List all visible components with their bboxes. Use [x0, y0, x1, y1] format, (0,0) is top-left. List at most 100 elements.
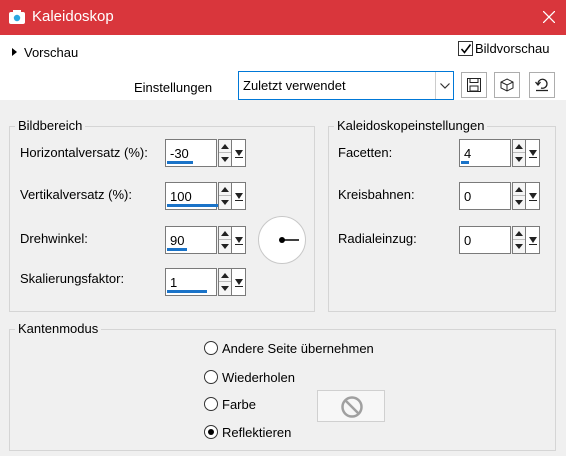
preset-manager-button[interactable] — [494, 72, 520, 98]
radial-indent-label: Radialeinzug: — [338, 231, 417, 246]
radial-indent-spinner[interactable]: 0 — [459, 226, 543, 254]
close-icon — [543, 11, 555, 23]
slider-dropdown-button[interactable] — [526, 182, 540, 210]
radio-button-selected[interactable] — [204, 425, 218, 439]
scale-factor-value: 1 — [170, 275, 178, 290]
decrement-button[interactable] — [219, 196, 231, 209]
expand-triangle-icon — [12, 48, 17, 56]
circular-orbits-value: 0 — [464, 189, 472, 204]
image-preview-checkbox[interactable]: Bildvorschau — [458, 41, 549, 56]
slider-popup-icon — [235, 279, 243, 287]
arrow-up-icon — [221, 187, 229, 192]
increment-button[interactable] — [219, 227, 231, 240]
decrement-button[interactable] — [219, 282, 231, 295]
facets-level — [461, 161, 469, 164]
decrement-button[interactable] — [513, 153, 525, 166]
edge-mode-option-reflect[interactable]: Reflektieren — [204, 425, 291, 440]
circular-orbits-spinner[interactable]: 0 — [459, 182, 543, 210]
arrow-up-icon — [221, 231, 229, 236]
slider-dropdown-button[interactable] — [526, 226, 540, 254]
vertical-offset-value: 100 — [170, 189, 192, 204]
check-icon — [460, 44, 472, 54]
arrow-down-icon — [221, 157, 229, 162]
rotation-angle-level — [167, 248, 187, 251]
decrement-button[interactable] — [513, 196, 525, 209]
reset-button[interactable] — [529, 72, 555, 98]
radial-indent-input[interactable]: 0 — [459, 226, 511, 254]
facets-label: Facetten: — [338, 145, 393, 160]
preview-toggle[interactable]: Vorschau — [12, 45, 78, 60]
increment-button[interactable] — [513, 183, 525, 196]
image-area-title: Bildbereich — [15, 118, 86, 133]
radio-button[interactable] — [204, 370, 218, 384]
increment-button[interactable] — [219, 269, 231, 282]
increment-button[interactable] — [219, 140, 231, 153]
rotation-angle-spinner[interactable]: 90 — [165, 226, 249, 254]
edge-mode-title: Kantenmodus — [15, 321, 102, 336]
circular-orbits-label: Kreisbahnen: — [338, 187, 415, 202]
radial-indent-value: 0 — [464, 233, 472, 248]
slider-popup-icon — [235, 193, 243, 201]
kaleidoscope-settings-title: Kaleidoskopeinstellungen — [334, 118, 488, 133]
slider-dropdown-button[interactable] — [526, 139, 540, 167]
preset-value: Zuletzt verwendet — [243, 78, 346, 93]
horizontal-offset-value: -30 — [170, 146, 189, 161]
rotation-angle-dial[interactable] — [258, 216, 306, 264]
title-bar: Kaleidoskop — [0, 0, 566, 35]
no-color-icon — [341, 396, 363, 418]
rotation-angle-value: 90 — [170, 233, 185, 248]
edge-mode-option-repeat[interactable]: Wiederholen — [204, 370, 295, 385]
horizontal-offset-spinner[interactable]: -30 — [165, 139, 249, 167]
window-title: Kaleidoskop — [32, 8, 114, 25]
increment-button[interactable] — [513, 227, 525, 240]
angle-dial-icon — [279, 237, 299, 243]
arrow-down-icon — [515, 200, 523, 205]
facets-spinner[interactable]: 4 — [459, 139, 543, 167]
scale-factor-spinner[interactable]: 1 — [165, 268, 249, 296]
rotation-angle-label: Drehwinkel: — [20, 231, 88, 246]
radio-button[interactable] — [204, 397, 218, 411]
slider-popup-icon — [529, 150, 537, 158]
reset-icon — [535, 78, 548, 92]
slider-dropdown-button[interactable] — [232, 226, 246, 254]
slider-dropdown-button[interactable] — [232, 182, 246, 210]
arrow-up-icon — [221, 144, 229, 149]
edge-mode-option-label: Reflektieren — [222, 425, 292, 440]
edge-mode-option-color[interactable]: Farbe — [204, 397, 256, 412]
arrow-down-icon — [221, 200, 229, 205]
decrement-button[interactable] — [219, 240, 231, 253]
decrement-button[interactable] — [219, 153, 231, 166]
circular-orbits-input[interactable]: 0 — [459, 182, 511, 210]
image-preview-label: Bildvorschau — [475, 41, 550, 56]
slider-popup-icon — [529, 237, 537, 245]
edge-mode-option-other-side[interactable]: Andere Seite übernehmen — [204, 341, 374, 356]
horizontal-offset-label: Horizontalversatz (%): — [20, 145, 148, 160]
arrow-down-icon — [515, 157, 523, 162]
save-preset-icon — [467, 78, 481, 92]
decrement-button[interactable] — [513, 240, 525, 253]
settings-label: Einstellungen — [134, 80, 213, 95]
vertical-offset-label: Vertikalversatz (%): — [20, 187, 132, 202]
increment-button[interactable] — [513, 140, 525, 153]
vertical-offset-input[interactable]: 100 — [165, 182, 245, 210]
scale-factor-input[interactable]: 1 — [165, 268, 217, 296]
horizontal-offset-input[interactable]: -30 — [165, 139, 217, 167]
close-button[interactable] — [532, 0, 566, 35]
checkbox-checked[interactable] — [458, 41, 473, 56]
facets-value: 4 — [464, 146, 472, 161]
save-preset-button[interactable] — [461, 72, 487, 98]
increment-button[interactable] — [219, 183, 231, 196]
chevron-down-icon[interactable] — [435, 72, 453, 99]
radio-button[interactable] — [204, 341, 218, 355]
rotation-angle-input[interactable]: 90 — [165, 226, 217, 254]
arrow-down-icon — [221, 286, 229, 291]
slider-popup-icon — [235, 237, 243, 245]
edge-color-swatch[interactable] — [317, 390, 385, 422]
facets-input[interactable]: 4 — [459, 139, 511, 167]
top-panel: Vorschau Bildvorschau Einstellungen Zule… — [0, 35, 566, 100]
arrow-up-icon — [221, 273, 229, 278]
vertical-offset-spinner[interactable]: 100 — [165, 182, 249, 210]
slider-dropdown-button[interactable] — [232, 139, 246, 167]
slider-dropdown-button[interactable] — [232, 268, 246, 296]
preset-select[interactable]: Zuletzt verwendet — [238, 71, 454, 100]
